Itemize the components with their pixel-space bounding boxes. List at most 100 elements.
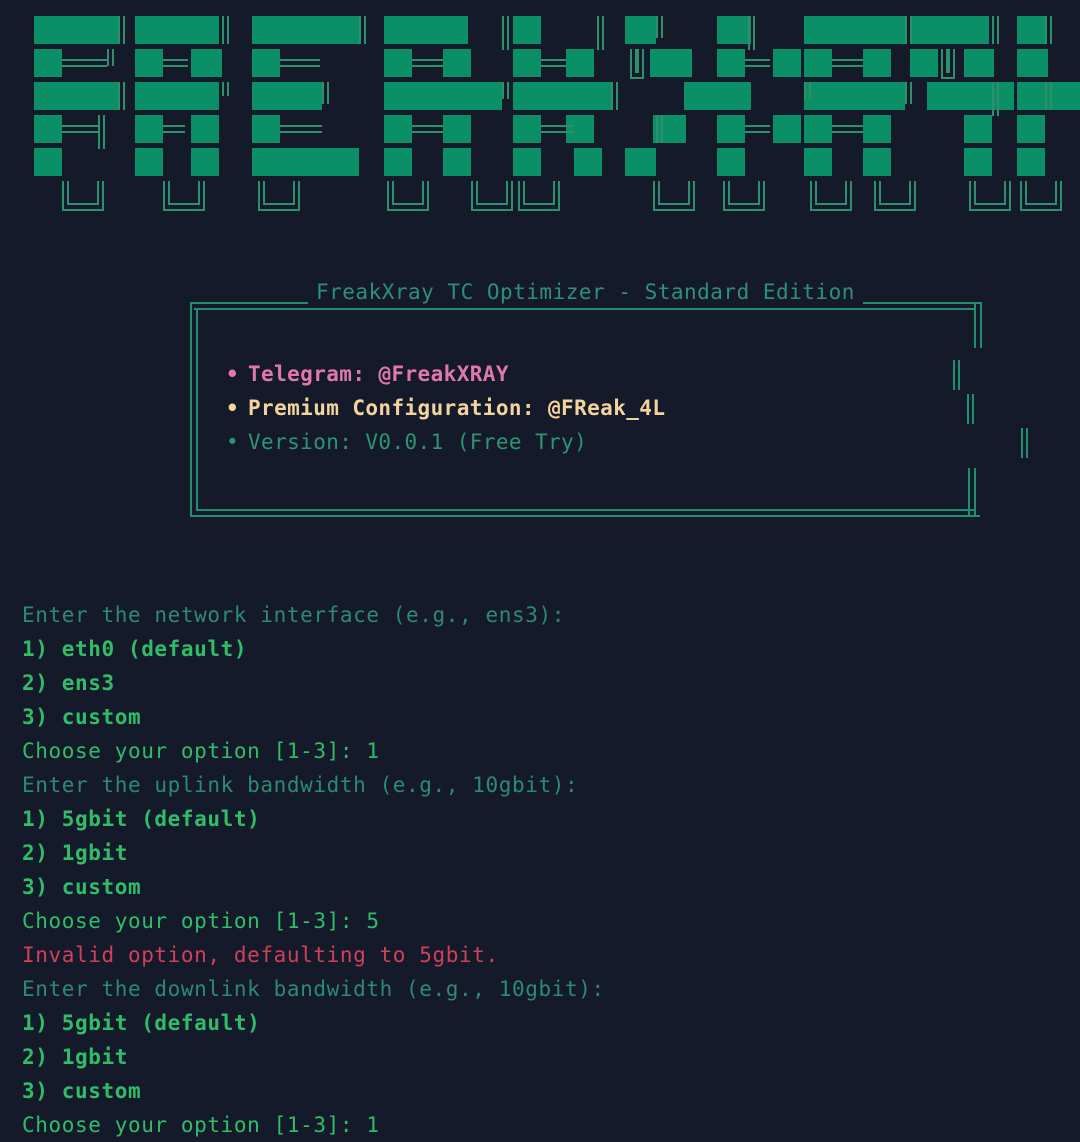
banner-connector (118, 82, 120, 110)
box-border-right-seg3b (1026, 428, 1028, 458)
terminal-line-9: Choose your option [1-3]: 5 (22, 909, 380, 933)
banner-connector (974, 203, 1007, 205)
banner-block (442, 148, 471, 176)
banner-connector (727, 181, 730, 205)
banner-connector (637, 49, 640, 73)
banner-connector (874, 209, 916, 211)
terminal-line-4: Choose your option [1-3]: 1 (22, 739, 380, 763)
banner-connector (849, 181, 852, 211)
banner-block (717, 82, 751, 110)
box-border-right-bot (968, 468, 970, 516)
banner-connector (118, 16, 120, 44)
banner-block (927, 82, 1014, 110)
terminal-line-12: 1) 5gbit (default) (22, 1011, 261, 1035)
banner-connector (1049, 82, 1052, 110)
banner-block (442, 115, 471, 143)
banner-connector (475, 203, 508, 205)
banner-block (512, 115, 541, 143)
banner-connector (426, 181, 429, 211)
banner-block (1016, 49, 1048, 77)
banner-connector (358, 16, 361, 44)
banner-block (34, 115, 62, 143)
banner-connector (832, 65, 863, 67)
banner-connector (1024, 181, 1027, 205)
banner-connector (748, 16, 750, 50)
banner-connector (1004, 181, 1007, 205)
banner-connector (226, 16, 229, 44)
banner-block (1016, 82, 1080, 110)
banner-connector (62, 59, 107, 61)
banner-connector (832, 131, 863, 133)
banner-connector (832, 125, 863, 127)
banner-connector (540, 65, 566, 67)
terminal-line-6: 1) 5gbit (default) (22, 807, 261, 831)
terminal-line-13: 2) 1gbit (22, 1045, 128, 1069)
info-item-premium: • Premium Configuration: @FReak_4L (226, 394, 665, 422)
banner-connector (904, 82, 907, 105)
banner-connector (757, 181, 760, 205)
banner-connector (501, 16, 504, 50)
banner-connector (167, 181, 170, 205)
banner-block (512, 49, 541, 77)
banner-connector (909, 82, 912, 105)
banner-connector (953, 49, 956, 79)
box-title: FreakXray TC Optimizer - Standard Editio… (308, 278, 863, 306)
terminal-line-8: 3) custom (22, 875, 142, 899)
banner-block (804, 115, 832, 143)
box-border-right-seg1b (958, 360, 960, 390)
banner-block (134, 82, 219, 110)
banner-block (566, 49, 594, 77)
banner-connector (809, 209, 852, 211)
banner-connector (1044, 82, 1047, 110)
banner-connector (655, 115, 658, 143)
banner-connector (948, 49, 951, 73)
banner-connector (596, 16, 599, 50)
banner-connector (391, 181, 394, 205)
banner-connector (412, 59, 443, 61)
banner-connector (762, 181, 765, 211)
banner-block (804, 82, 905, 110)
banner-connector (540, 125, 575, 127)
banner-connector (475, 181, 478, 205)
terminal-output: Enter the network interface (e.g., ens3)… (22, 598, 1062, 1142)
banner-block (512, 148, 541, 176)
info-box: FreakXray TC Optimizer - Standard Editio… (190, 278, 1028, 518)
banner-block (134, 148, 163, 176)
banner-connector (657, 203, 690, 205)
info-item-telegram: • Telegram: @FreakXRAY (226, 360, 509, 388)
banner-connector (298, 181, 300, 211)
banner-connector (202, 181, 205, 211)
banner-connector (879, 181, 881, 205)
banner-connector (996, 16, 999, 44)
box-border-left-outer (190, 302, 192, 517)
banner-connector (62, 209, 104, 211)
banner-block (804, 148, 832, 176)
banner-connector (162, 131, 186, 133)
banner-block (862, 115, 891, 143)
banner-connector (470, 209, 513, 211)
banner-connector (470, 181, 473, 211)
terminal-line-2: 2) ens3 (22, 671, 115, 695)
banner-connector (62, 65, 107, 67)
banner-block (717, 115, 746, 143)
banner-connector (123, 16, 125, 44)
banner-connector (1024, 203, 1057, 205)
banner-connector (879, 203, 911, 205)
banner-connector (280, 65, 320, 67)
banner-connector (969, 209, 1012, 211)
banner-connector (692, 181, 695, 211)
banner-connector (610, 82, 613, 110)
banner-block (252, 82, 323, 110)
banner-connector (280, 125, 323, 127)
bullet-icon: • (226, 430, 240, 454)
banner-connector (642, 49, 645, 79)
banner-connector (615, 82, 618, 110)
box-border-left-inner (196, 308, 198, 511)
banner-connector (280, 59, 320, 61)
banner-block (862, 148, 891, 176)
banner-block (252, 148, 359, 176)
banner-connector (162, 181, 165, 211)
banner-connector (62, 181, 64, 211)
banner-connector (221, 16, 224, 44)
banner-block (963, 115, 992, 143)
